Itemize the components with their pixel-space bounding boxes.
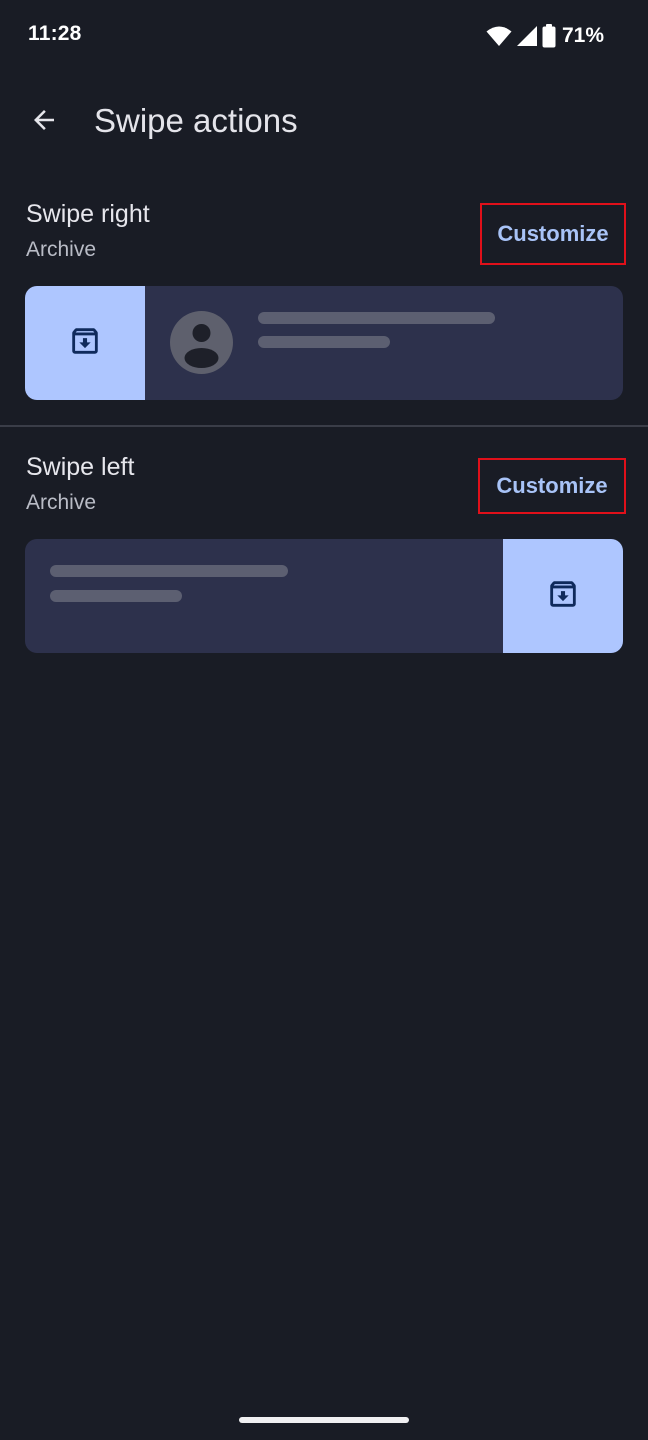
status-time: 11:28 (28, 22, 82, 45)
section-divider (0, 425, 648, 427)
placeholder-line (258, 312, 495, 324)
swipe-left-value: Archive (26, 491, 97, 514)
swipe-left-preview-card (25, 539, 623, 653)
swipe-right-value: Archive (26, 238, 97, 261)
battery-icon (542, 24, 556, 48)
back-button[interactable] (20, 98, 68, 146)
wifi-icon (486, 25, 512, 47)
swipe-left-action-panel (503, 539, 623, 653)
swipe-right-title: Swipe right (26, 200, 150, 228)
status-icons: 71% (486, 22, 604, 50)
battery-percent: 71% (561, 24, 604, 47)
placeholder-line (50, 565, 288, 577)
avatar (170, 311, 233, 374)
swipe-right-preview-card (25, 286, 623, 400)
page-title: Swipe actions (94, 102, 298, 139)
cellular-signal-icon (516, 25, 538, 47)
swipe-actions-screen: 11:28 71% Swipe actions Swipe right Arch… (0, 0, 648, 1440)
swipe-right-customize-button[interactable]: Customize (480, 203, 626, 265)
home-indicator[interactable] (239, 1417, 409, 1423)
status-bar: 11:28 71% (0, 0, 648, 72)
placeholder-line (50, 590, 182, 602)
archive-icon (68, 324, 102, 363)
archive-icon (546, 577, 580, 616)
swipe-right-action-panel (25, 286, 145, 400)
swipe-left-customize-button[interactable]: Customize (478, 458, 626, 514)
arrow-left-icon (29, 105, 59, 140)
swipe-left-title: Swipe left (26, 453, 135, 481)
app-bar: Swipe actions (0, 80, 648, 164)
placeholder-line (258, 336, 390, 348)
